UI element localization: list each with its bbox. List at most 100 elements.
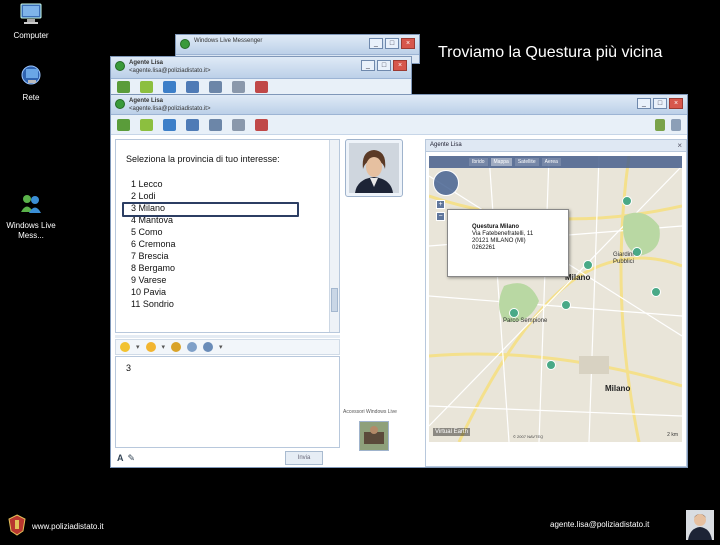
province-item: 9 Varese <box>131 275 167 285</box>
invite-contact-icon[interactable] <box>117 81 130 93</box>
pane-splitter[interactable] <box>115 335 340 338</box>
avatar-panel: Accessori Windows Live <box>343 139 405 459</box>
block-icon[interactable] <box>255 81 268 93</box>
share-files-icon[interactable] <box>140 81 153 93</box>
minimize-button[interactable]: _ <box>637 98 651 109</box>
slide-title: Troviamo la Questura più vicina <box>438 44 663 61</box>
map-tab-satellite[interactable]: Satellite <box>514 158 539 166</box>
map-tab-aerial[interactable]: Aerea <box>541 158 561 166</box>
activity-panel: Agente Lisa × Ibrido Mappa Satellite Aer… <box>425 139 687 467</box>
info-card-title: Questura Milano <box>472 224 520 230</box>
agent-avatar-icon <box>686 510 714 540</box>
info-card-line: 20121 MILANO (MI) <box>472 238 526 244</box>
nudge-icon[interactable] <box>171 342 182 352</box>
contact-name: Agente Lisa <box>129 98 164 104</box>
map-tab-hybrid[interactable]: Ibrido <box>469 158 488 166</box>
map-pan-control[interactable] <box>433 170 459 196</box>
video-call-icon[interactable] <box>163 118 176 131</box>
computer-icon <box>0 2 62 29</box>
desktop-icon-label: Rete <box>22 93 40 102</box>
map-copyright: © 2007 NAVTEQ <box>513 434 544 439</box>
conversation-window[interactable]: Agente Lisa <agente.lisa@poliziadistato.… <box>110 94 688 468</box>
share-files-icon[interactable] <box>140 118 153 131</box>
conversation-toolbar <box>111 115 687 135</box>
province-list: 1 Lecco 2 Lodi 3 Milano 4 Mantova 5 Como… <box>128 178 176 310</box>
zoom-in-button[interactable]: + <box>436 200 445 209</box>
agent-prompt-message: Seleziona la provincia di tuo interesse: <box>126 154 280 164</box>
font-icon[interactable]: A <box>117 453 124 463</box>
contact-email: <agente.lisa@poliziadistato.it> <box>129 106 211 112</box>
emoticon-icon[interactable] <box>120 342 130 352</box>
desktop-icon-network[interactable]: Rete <box>0 64 62 103</box>
map-pin[interactable] <box>622 196 632 206</box>
background-icon[interactable] <box>203 342 214 352</box>
chat-history[interactable]: Seleziona la provincia di tuo interesse:… <box>115 139 340 333</box>
map-scale: 2 km <box>667 432 678 438</box>
call-icon[interactable] <box>186 118 199 131</box>
wink-icon[interactable] <box>145 342 156 352</box>
map-pin[interactable] <box>509 308 519 318</box>
user-avatar[interactable] <box>359 421 389 451</box>
contact-avatar[interactable] <box>345 139 403 197</box>
block-icon[interactable] <box>255 118 268 131</box>
close-activity-icon[interactable]: × <box>677 141 682 150</box>
map-pin[interactable] <box>651 287 661 297</box>
map-park-label: Giardini Pubblici <box>613 252 635 265</box>
info-card-line: 0262261 <box>472 245 496 251</box>
zoom-out-button[interactable]: − <box>436 212 445 221</box>
contact-email: <agente.lisa@poliziadistato.it> <box>129 68 211 74</box>
window-titlebar[interactable]: Agente Lisa <agente.lisa@poliziadistato.… <box>111 95 687 115</box>
map-pin[interactable] <box>583 260 593 270</box>
input-toolbar: ▾ ▾ ▾ <box>115 339 340 355</box>
close-button[interactable]: × <box>669 98 683 109</box>
games-icon[interactable] <box>232 81 245 93</box>
invite-contact-icon[interactable] <box>117 118 130 131</box>
games-icon[interactable] <box>232 118 245 131</box>
province-item: 7 Brescia <box>131 251 169 261</box>
desktop-icon-computer[interactable]: Computer <box>0 2 62 41</box>
map-park-label: Parco Sempione <box>503 318 548 324</box>
contact-status-icon <box>115 99 125 109</box>
activities-icon[interactable] <box>209 118 222 131</box>
map-toolbar: Ibrido Mappa Satellite Aerea <box>429 156 682 168</box>
close-button[interactable]: × <box>401 38 415 49</box>
call-icon[interactable] <box>186 81 199 93</box>
province-item: 5 Como <box>131 227 163 237</box>
province-item: 6 Cremona <box>131 239 176 249</box>
messenger-icon <box>0 192 62 219</box>
agent-portrait-image <box>349 143 399 193</box>
province-item: 10 Pavia <box>131 287 167 297</box>
map-view[interactable]: Ibrido Mappa Satellite Aerea + − Milano … <box>429 156 682 442</box>
close-button[interactable]: × <box>393 60 407 71</box>
selection-highlight <box>122 202 299 217</box>
handwriting-icon[interactable]: ✎ <box>128 453 136 464</box>
maximize-button[interactable]: □ <box>377 60 391 71</box>
chat-scrollbar[interactable] <box>329 140 339 332</box>
window-titlebar[interactable]: Windows Live Messenger _ □ × <box>176 35 419 55</box>
customize-icon[interactable] <box>655 118 665 131</box>
desktop-icon-messenger[interactable]: Windows Live Mess... <box>0 192 62 241</box>
send-button[interactable]: Invia <box>285 451 323 465</box>
voice-clip-icon[interactable] <box>187 342 198 352</box>
menu-icon[interactable] <box>671 118 681 131</box>
activities-icon[interactable] <box>209 81 222 93</box>
minimize-button[interactable]: _ <box>369 38 383 49</box>
message-input[interactable]: 3 <box>115 356 340 448</box>
accessori-label: Accessori Windows Live <box>343 409 397 415</box>
map-tab-road[interactable]: Mappa <box>490 158 512 166</box>
contact-status-icon <box>115 61 125 71</box>
conversation-window-back[interactable]: Agente Lisa <agente.lisa@poliziadistato.… <box>110 56 412 96</box>
window-title: Windows Live Messenger <box>194 38 263 44</box>
footer-website: www.poliziadistato.it <box>32 522 104 531</box>
map-pin[interactable] <box>546 360 556 370</box>
province-item: 1 Lecco <box>131 179 163 189</box>
map-pin[interactable] <box>561 300 571 310</box>
desktop-icon-label: Computer <box>13 31 49 40</box>
activity-header: Agente Lisa <box>426 140 686 152</box>
maximize-button[interactable]: □ <box>653 98 667 109</box>
video-call-icon[interactable] <box>163 81 176 93</box>
minimize-button[interactable]: _ <box>361 60 375 71</box>
window-titlebar[interactable]: Agente Lisa <agente.lisa@poliziadistato.… <box>111 57 411 79</box>
scrollbar-thumb[interactable] <box>331 288 338 312</box>
maximize-button[interactable]: □ <box>385 38 399 49</box>
